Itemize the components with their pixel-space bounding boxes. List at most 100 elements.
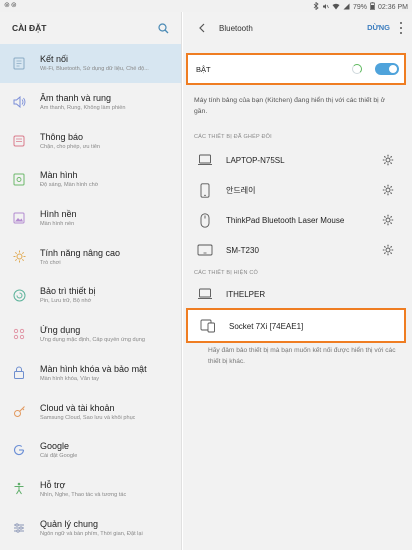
battery-icon — [370, 2, 375, 12]
menu-label: Âm thanh và rung — [40, 93, 112, 104]
menu-label: Tính năng nâng cao — [40, 247, 121, 258]
device-settings-gear-icon[interactable] — [382, 214, 394, 226]
menu-item-connections[interactable]: Kết nối Wi-Fi, Bluetooth, Sử dụng dữ liệ… — [0, 44, 181, 83]
menu-sublabel: Độ sáng, Màn hình chờ — [40, 182, 99, 189]
signal-icon — [343, 3, 350, 12]
general-management-icon — [12, 521, 26, 535]
notifications-icon — [12, 134, 26, 148]
available-device-row[interactable]: ITHELPER — [183, 280, 412, 308]
available-devices-header: CÁC THIẾT BỊ HIỆN CÓ — [194, 270, 259, 276]
status-left-icons: ⊚⊚ — [4, 2, 18, 9]
bluetooth-panel: Bluetooth DỪNG BẬT Máy tính bảng của bạn… — [183, 12, 412, 550]
bluetooth-header: Bluetooth DỪNG — [183, 12, 412, 44]
paired-device-row[interactable]: 안드레이 — [183, 176, 412, 204]
device-name: ITHELPER — [226, 289, 266, 299]
wifi-icon — [332, 3, 340, 12]
menu-label: Hỗ trợ — [40, 479, 66, 490]
menu-item-lock-screen[interactable]: Màn hình khóa và bảo mật Màn hình khóa, … — [0, 354, 181, 393]
menu-item-cloud-accounts[interactable]: Cloud và tài khoản Samsung Cloud, Sao lư… — [0, 392, 181, 431]
menu-sublabel: Âm thanh, Rung, Không làm phiền — [40, 105, 126, 112]
menu-item-display[interactable]: Màn hình Độ sáng, Màn hình chờ — [0, 160, 181, 199]
paired-device-row[interactable]: SM-T230 — [183, 236, 412, 264]
menu-sublabel: Chặn, cho phép, ưu tiên — [40, 143, 101, 150]
status-bar: ⊚⊚ 79% 02:36 PM — [0, 0, 412, 12]
laptop-icon — [197, 152, 213, 168]
menu-sublabel: Cài đặt Google — [40, 453, 78, 460]
menu-label: Bảo trì thiết bị — [40, 286, 96, 297]
menu-item-notifications[interactable]: Thông báo Chặn, cho phép, ưu tiên — [0, 121, 181, 160]
menu-label: Thông báo — [40, 131, 84, 142]
back-arrow-icon[interactable] — [195, 21, 209, 35]
menu-label: Kết nối — [40, 54, 69, 65]
menu-sublabel: Ngôn ngữ và bàn phím, Thời gian, Đặt lại — [40, 530, 143, 537]
device-name: 안드레이 — [226, 185, 256, 195]
accessibility-icon — [12, 482, 26, 496]
menu-sublabel: Ứng dụng mặc định, Cấp quyền ứng dụng — [40, 337, 145, 344]
menu-item-general-management[interactable]: Quản lý chung Ngôn ngữ và bàn phím, Thời… — [0, 508, 181, 547]
tablet-icon — [197, 242, 213, 258]
menu-item-apps[interactable]: Ứng dụng Ứng dụng mặc định, Cấp quyền ứn… — [0, 315, 181, 354]
menu-sublabel: Pin, Lưu trữ, Bộ nhớ — [40, 298, 92, 305]
menu-label: Quản lý chung — [40, 518, 99, 529]
menu-item-advanced-features[interactable]: Tính năng nâng cao Trò chơi — [0, 237, 181, 276]
more-options-icon[interactable] — [398, 22, 404, 34]
device-name: Socket 7Xi [74EAE1] — [229, 321, 304, 331]
lock-screen-icon — [12, 366, 26, 380]
display-icon — [12, 172, 26, 186]
device-maintenance-icon — [12, 288, 26, 302]
device-settings-gear-icon[interactable] — [382, 244, 394, 256]
visibility-description: Máy tính bảng của bạn (Kitchen) đang hiể… — [194, 97, 386, 115]
bluetooth-toggle-row[interactable]: BẬT — [186, 53, 406, 85]
battery-percent: 79% — [353, 3, 368, 11]
page-title: Bluetooth — [219, 23, 253, 33]
menu-sublabel: Nhìn, Nghe, Thao tác và tương tác — [40, 491, 127, 498]
device-name: LAPTOP-N75SL — [226, 155, 285, 165]
menu-label: Google — [40, 441, 70, 452]
menu-sublabel: Màn hình nền — [40, 221, 75, 228]
paired-device-row[interactable]: ThinkPad Bluetooth Laser Mouse — [183, 206, 412, 234]
device-name: SM-T230 — [226, 245, 259, 255]
menu-label: Ứng dụng — [40, 325, 81, 336]
menu-item-device-maintenance[interactable]: Bảo trì thiết bị Pin, Lưu trữ, Bộ nhớ — [0, 276, 181, 315]
mouse-icon — [197, 212, 213, 228]
menu-item-sound[interactable]: Âm thanh và rung Âm thanh, Rung, Không l… — [0, 83, 181, 122]
settings-menu-panel: CÀI ĐẶT Kết nối Wi-Fi, Bluetooth, Sử dụn… — [0, 12, 182, 550]
settings-title: CÀI ĐẶT — [12, 23, 47, 33]
stop-scan-button[interactable]: DỪNG — [367, 23, 390, 32]
device-settings-gear-icon[interactable] — [382, 154, 394, 166]
scanning-spinner-icon — [352, 64, 362, 74]
menu-sublabel: Samsung Cloud, Sao lưu và khôi phục — [40, 414, 136, 421]
clock: 02:36 PM — [378, 3, 408, 11]
laptop-icon — [197, 286, 213, 302]
sound-icon — [12, 95, 26, 109]
paired-device-row[interactable]: LAPTOP-N75SL — [183, 146, 412, 174]
menu-sublabel: Màn hình khóa, Vân tay — [40, 375, 100, 382]
paired-devices-header: CÁC THIẾT BỊ ĐÃ GHÉP ĐÔI — [194, 134, 272, 140]
devices-icon — [200, 318, 216, 334]
available-device-row[interactable]: Socket 7Xi [74EAE1] — [186, 312, 412, 340]
apps-icon — [12, 327, 26, 341]
advanced-features-icon — [12, 250, 26, 264]
menu-label: Hình nền — [40, 209, 77, 220]
mute-icon — [322, 3, 329, 12]
menu-sublabel: Trò chơi — [40, 259, 61, 266]
wallpaper-icon — [12, 211, 26, 225]
bluetooth-status-icon — [313, 1, 319, 12]
highlighted-available-device[interactable]: Socket 7Xi [74EAE1] — [186, 308, 406, 343]
menu-item-wallpaper[interactable]: Hình nền Màn hình nền — [0, 199, 181, 238]
search-icon[interactable] — [157, 22, 169, 34]
settings-header: CÀI ĐẶT — [0, 12, 181, 44]
bluetooth-toggle-label: BẬT — [196, 64, 211, 74]
device-name: ThinkPad Bluetooth Laser Mouse — [226, 215, 345, 225]
menu-item-accessibility[interactable]: Hỗ trợ Nhìn, Nghe, Thao tác và tương tác — [0, 470, 181, 509]
cloud-icon — [12, 405, 26, 419]
google-icon — [12, 443, 26, 457]
menu-sublabel: Wi-Fi, Bluetooth, Sử dụng dữ liệu, Chế đ… — [40, 66, 149, 73]
menu-label: Cloud và tài khoản — [40, 402, 115, 413]
menu-item-google[interactable]: Google Cài đặt Google — [0, 431, 181, 470]
menu-label: Màn hình khóa và bảo mật — [40, 363, 147, 374]
phone-icon — [197, 182, 213, 198]
connections-icon — [12, 56, 26, 70]
bluetooth-switch[interactable] — [375, 63, 399, 75]
device-settings-gear-icon[interactable] — [382, 184, 394, 196]
